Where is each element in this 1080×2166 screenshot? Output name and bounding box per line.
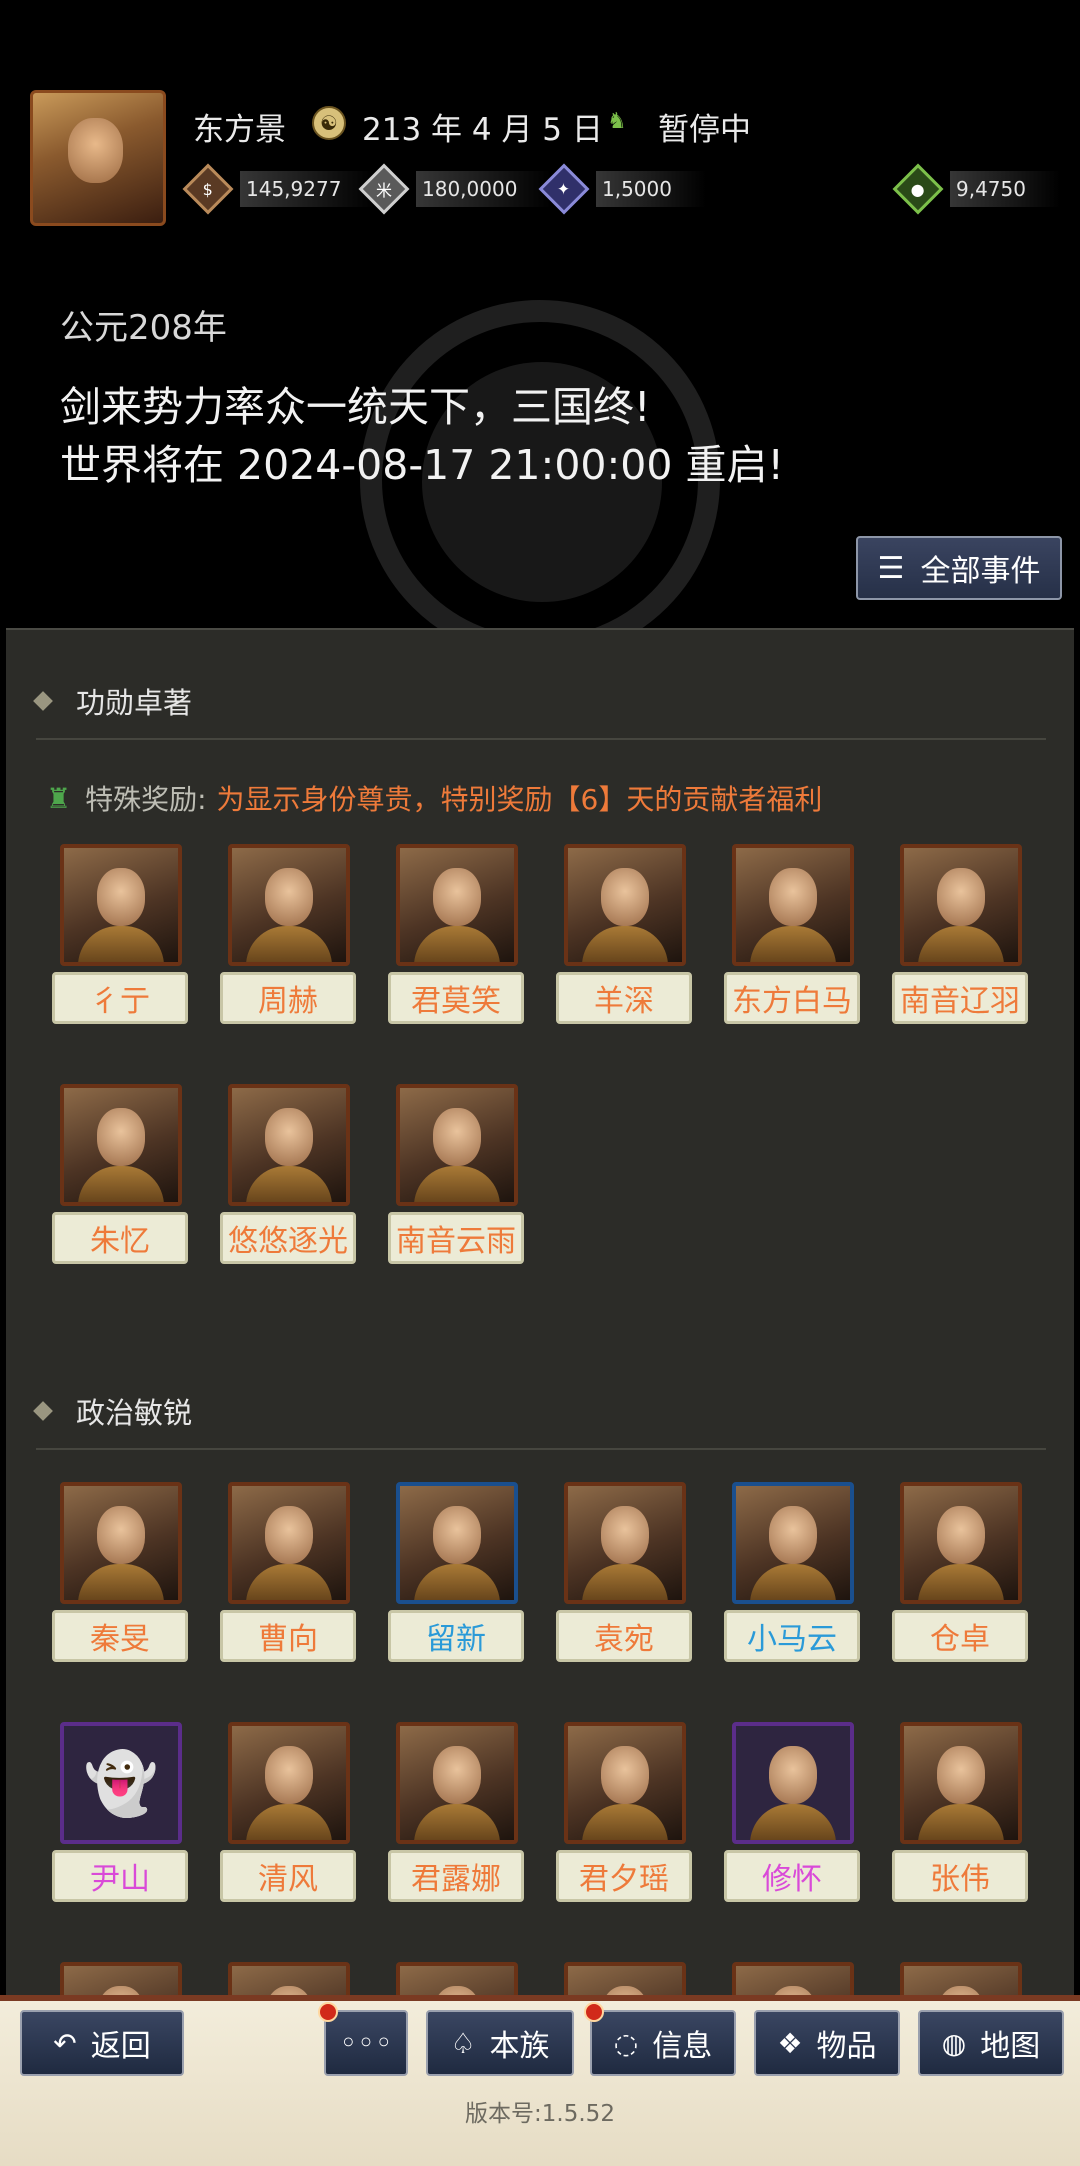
divider [36, 738, 1046, 740]
player-name: 东方景 [193, 112, 286, 148]
general-name: 仓卓 [892, 1610, 1028, 1662]
general-name: 东方白马 [724, 972, 860, 1024]
general-portrait [396, 1084, 518, 1206]
general-portrait [732, 844, 854, 966]
general-portrait [900, 844, 1022, 966]
general-portrait [564, 1722, 686, 1844]
general-portrait [564, 844, 686, 966]
general-name: 南音辽羽 [892, 972, 1028, 1024]
section-title-merit: 功勋卓著 [33, 680, 192, 722]
general-name: 小马云 [724, 1610, 860, 1662]
all-events-button[interactable]: ☰ 全部事件 [856, 536, 1062, 600]
general-name: 袁宛 [556, 1610, 692, 1662]
announcement-text: 剑来势力率众一统天下，三国终! 世界将在 2024-08-17 21:00:00… [60, 378, 784, 494]
resource-grain[interactable]: 米 180,0000 [358, 163, 552, 215]
general-name: 君莫笑 [388, 972, 524, 1024]
general-name: 羊深 [556, 972, 692, 1024]
general-name: 秦旻 [52, 1610, 188, 1662]
horse-icon: ♞ [607, 109, 627, 134]
announcement-line-2: 世界将在 2024-08-17 21:00:00 重启! [60, 441, 784, 489]
general-name: 彳亍 [52, 972, 188, 1024]
items-button[interactable]: ❖ 物品 [754, 2010, 900, 2076]
section-title-politics: 政治敏锐 [33, 1390, 192, 1432]
general-name: 张伟 [892, 1850, 1028, 1902]
general-name: 悠悠逐光 [220, 1212, 356, 1264]
general-portrait [900, 1722, 1022, 1844]
general-name: 君夕瑶 [556, 1850, 692, 1902]
era-text: 公元208年 [60, 308, 227, 348]
general-name: 尹山 [52, 1850, 188, 1902]
resource-soldier[interactable]: ✦ 1,5000 [538, 163, 706, 215]
ghost-icon: 👻 [83, 1748, 159, 1819]
general-portrait [396, 1482, 518, 1604]
info-button[interactable]: ◌ 信息 [590, 2010, 736, 2076]
general-name: 君露娜 [388, 1850, 524, 1902]
general-portrait [396, 1722, 518, 1844]
general-portrait [228, 1084, 350, 1206]
coin-icon: $ [182, 163, 234, 215]
ranking-panel[interactable]: 功勋卓著 ♜ 特殊奖励: 为显示身份尊贵，特别奖励【6】天的贡献者福利 彳亍 周… [6, 628, 1074, 2015]
general-portrait [228, 844, 350, 966]
general-name: 修怀 [724, 1850, 860, 1902]
general-name: 朱忆 [52, 1212, 188, 1264]
soldier-icon: ✦ [538, 163, 590, 215]
general-portrait [60, 1084, 182, 1206]
items-icon: ❖ [777, 2026, 803, 2060]
resource-money[interactable]: ● 9,4750 [892, 163, 1060, 215]
general-portrait [60, 844, 182, 966]
diamond-icon [33, 1401, 53, 1421]
general-name: 清风 [220, 1850, 356, 1902]
money-bag-icon: ● [892, 163, 944, 215]
general-portrait [228, 1482, 350, 1604]
globe-icon: ◍ [941, 2026, 967, 2060]
resource-coin[interactable]: $ 145,9277 [182, 163, 376, 215]
general-portrait: 👻 [60, 1722, 182, 1844]
more-button[interactable]: ◦◦◦ [324, 2010, 408, 2076]
player-avatar[interactable] [30, 90, 166, 226]
notification-dot [584, 2002, 604, 2022]
map-button[interactable]: ◍ 地图 [918, 2010, 1064, 2076]
special-reward: ♜ 特殊奖励: 为显示身份尊贵，特别奖励【6】天的贡献者福利 [46, 781, 823, 817]
general-portrait [228, 1722, 350, 1844]
version-label: 版本号:1.5.52 [465, 2101, 615, 2127]
announcement-line-1: 剑来势力率众一统天下，三国终! [60, 383, 651, 431]
game-date: 213 年 4 月 5 日 [362, 112, 603, 148]
chat-icon: ◌ [613, 2026, 639, 2060]
grain-icon: 米 [358, 163, 410, 215]
calendar-icon: ☯ [312, 106, 346, 140]
general-portrait [60, 1482, 182, 1604]
general-name: 曹向 [220, 1610, 356, 1662]
general-portrait [732, 1722, 854, 1844]
general-portrait [900, 1482, 1022, 1604]
general-name: 周赫 [220, 972, 356, 1024]
general-name: 南音云雨 [388, 1212, 524, 1264]
gift-icon: ♜ [46, 781, 72, 815]
back-button[interactable]: ↶ 返回 [20, 2010, 184, 2076]
menu-icon: ☰ [877, 550, 905, 586]
back-arrow-icon: ↶ [53, 2026, 77, 2060]
general-portrait [564, 1482, 686, 1604]
notification-dot [318, 2002, 338, 2022]
game-status[interactable]: 暂停中 [658, 104, 751, 149]
general-portrait [396, 844, 518, 966]
clan-icon: ♤ [450, 2026, 476, 2060]
general-name: 留新 [388, 1610, 524, 1662]
clan-button[interactable]: ♤ 本族 [426, 2010, 574, 2076]
general-portrait [732, 1482, 854, 1604]
divider [36, 1448, 1046, 1450]
diamond-icon [33, 691, 53, 711]
top-bar: 东方景 ☯ 213 年 4 月 5 日 ♞ 暂停中 $ 145,9277 米 1… [0, 0, 1080, 250]
